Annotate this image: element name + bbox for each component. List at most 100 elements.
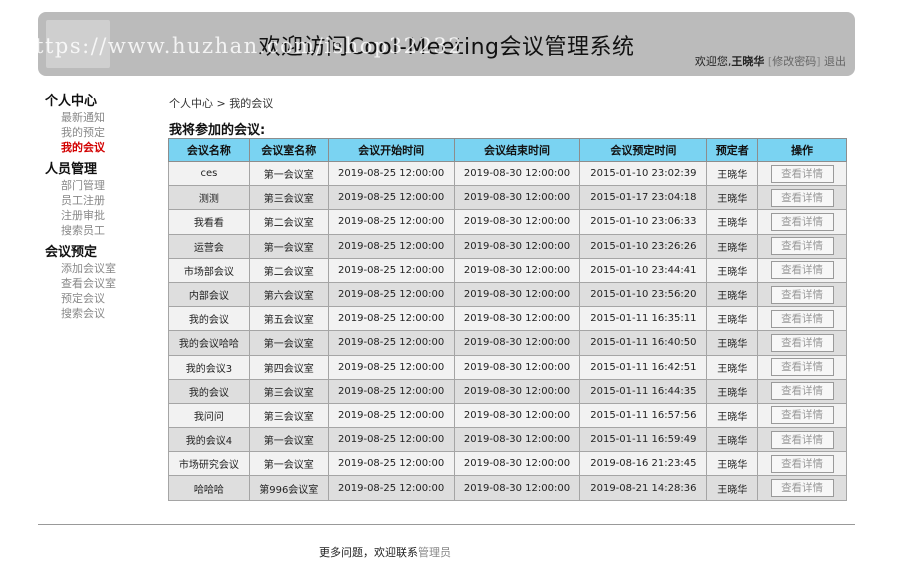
cell-actions: 查看详情	[757, 281, 847, 308]
view-details-button[interactable]: 查看详情	[770, 430, 834, 449]
view-details-button[interactable]: 查看详情	[770, 382, 834, 401]
cell-actions: 查看详情	[757, 427, 847, 453]
sidebar-item-view-meeting-rooms[interactable]: 查看会议室	[45, 276, 155, 291]
table-row: 我的会议 第三会议室 2019-08-25 12:00:00 2019-08-30 1…	[168, 378, 847, 404]
cell-reserve-time: 2015-01-10 23:26:26	[579, 233, 708, 259]
cell-meeting-name: 运营会	[168, 233, 250, 259]
table-body: ces 第一会议室 2019-08-25 12:00:00 2019-08-30 12…	[168, 160, 847, 501]
sidebar-item-search-meetings[interactable]: 搜索会议	[45, 306, 155, 321]
view-details-button[interactable]: 查看详情	[770, 188, 834, 207]
sidebar-item-registration-approval[interactable]: 注册审批	[45, 208, 155, 223]
cell-reserve-time: 2015-01-11 16:59:49	[579, 427, 708, 453]
view-details-button[interactable]: 查看详情	[770, 261, 834, 280]
sidebar-item-department-management[interactable]: 部门管理	[45, 178, 155, 193]
cell-reserver: 王晓华	[706, 281, 759, 308]
view-details-button[interactable]: 查看详情	[770, 358, 834, 377]
cell-reserver: 王晓华	[706, 233, 759, 259]
cell-start-time: 2019-08-25 12:00:00	[327, 281, 455, 308]
cell-meeting-name: 哈哈哈	[168, 475, 250, 501]
cell-room-name: 第一会议室	[248, 160, 329, 187]
sidebar-item-my-meetings[interactable]: 我的会议	[45, 140, 155, 155]
cell-start-time: 2019-08-25 12:00:00	[327, 402, 455, 429]
username: 王晓华	[731, 55, 765, 68]
cell-start-time: 2019-08-25 12:00:00	[327, 451, 455, 477]
table-row: 我的会议 第五会议室 2019-08-25 12:00:00 2019-08-30 1…	[168, 306, 847, 332]
cell-meeting-name: ces	[168, 160, 250, 187]
view-details-button[interactable]: 查看详情	[770, 454, 834, 473]
sidebar-item-latest-notice[interactable]: 最新通知	[45, 110, 155, 125]
view-details-button[interactable]: 查看详情	[770, 333, 834, 352]
view-details-button[interactable]: 查看详情	[770, 212, 834, 231]
header-banner: 欢迎访问Cool-Meeting会议管理系统 欢迎您,王晓华 [修改密码] 退出	[38, 12, 855, 76]
meetings-table: 会议名称 会议室名称 会议开始时间 会议结束时间 会议预定时间 预定者 操作 ces 第一会议…	[168, 138, 847, 501]
cell-meeting-name: 我的会议4	[168, 427, 250, 453]
sidebar-group-staff-management: 人员管理 部门管理 员工注册 注册审批 搜索员工	[45, 161, 155, 238]
cell-actions: 查看详情	[757, 475, 847, 501]
cell-reserve-time: 2015-01-11 16:57:56	[579, 402, 708, 429]
cell-end-time: 2019-08-30 12:00:00	[453, 402, 581, 429]
cell-end-time: 2019-08-30 12:00:00	[453, 185, 581, 211]
cell-room-name: 第六会议室	[248, 281, 329, 308]
table-header-row: 会议名称 会议室名称 会议开始时间 会议结束时间 会议预定时间 预定者 操作	[168, 138, 847, 162]
footer: 更多问题，欢迎联系管理员	[0, 544, 770, 560]
cell-start-time: 2019-08-25 12:00:00	[327, 427, 455, 453]
cell-reserver: 王晓华	[706, 378, 759, 404]
cell-actions: 查看详情	[757, 451, 847, 477]
cell-actions: 查看详情	[757, 354, 847, 380]
change-password-link[interactable]: 修改密码	[772, 55, 816, 68]
table-row: 哈哈哈 第996会议室 2019-08-25 12:00:00 2019-08-30 …	[168, 475, 847, 501]
cell-room-name: 第一会议室	[248, 330, 329, 356]
sidebar-item-add-meeting-room[interactable]: 添加会议室	[45, 261, 155, 276]
cell-room-name: 第二会议室	[248, 209, 329, 235]
column-header-actions: 操作	[757, 138, 847, 162]
sidebar-item-employee-registration[interactable]: 员工注册	[45, 193, 155, 208]
cell-meeting-name: 内部会议	[168, 281, 250, 308]
cell-meeting-name: 我的会议3	[168, 354, 250, 380]
logout-link[interactable]: 退出	[824, 55, 846, 68]
sidebar: 个人中心 最新通知 我的预定 我的会议人员管理 部门管理 员工注册 注册审批 搜索员工 会议预定…	[45, 93, 155, 327]
view-details-button[interactable]: 查看详情	[770, 285, 834, 304]
view-details-button[interactable]: 查看详情	[770, 164, 834, 183]
cell-reserve-time: 2015-01-17 23:04:18	[579, 185, 708, 211]
cell-reserve-time: 2015-01-10 23:06:33	[579, 209, 708, 235]
cell-reserve-time: 2015-01-11 16:35:11	[579, 306, 708, 332]
admin-contact-link[interactable]: 管理员	[418, 546, 451, 559]
cell-actions: 查看详情	[757, 378, 847, 404]
sidebar-item-reserve-meeting[interactable]: 预定会议	[45, 291, 155, 306]
cell-end-time: 2019-08-30 12:00:00	[453, 233, 581, 259]
cell-reserver: 王晓华	[706, 451, 759, 477]
table-row: 我的会议3 第四会议室 2019-08-25 12:00:00 2019-08-30 …	[168, 354, 847, 380]
cell-end-time: 2019-08-30 12:00:00	[453, 427, 581, 453]
cell-reserver: 王晓华	[706, 354, 759, 380]
cell-actions: 查看详情	[757, 330, 847, 356]
view-details-button[interactable]: 查看详情	[770, 237, 834, 256]
cell-actions: 查看详情	[757, 185, 847, 211]
column-header-reserve-time: 会议预定时间	[579, 138, 708, 162]
cell-end-time: 2019-08-30 12:00:00	[453, 451, 581, 477]
cell-end-time: 2019-08-30 12:00:00	[453, 257, 581, 283]
column-header-reserver: 预定者	[706, 138, 759, 162]
cell-meeting-name: 测测	[168, 185, 250, 211]
cell-actions: 查看详情	[757, 209, 847, 235]
view-details-button[interactable]: 查看详情	[770, 309, 834, 328]
cell-start-time: 2019-08-25 12:00:00	[327, 233, 455, 259]
cell-reserver: 王晓华	[706, 427, 759, 453]
cell-end-time: 2019-08-30 12:00:00	[453, 160, 581, 187]
cell-room-name: 第四会议室	[248, 354, 329, 380]
cell-end-time: 2019-08-30 12:00:00	[453, 354, 581, 380]
cell-reserve-time: 2015-01-11 16:42:51	[579, 354, 708, 380]
column-header-room-name: 会议室名称	[248, 138, 329, 162]
cell-room-name: 第五会议室	[248, 306, 329, 332]
cell-actions: 查看详情	[757, 257, 847, 283]
sidebar-item-my-reservations[interactable]: 我的预定	[45, 125, 155, 140]
view-details-button[interactable]: 查看详情	[770, 479, 834, 498]
cell-room-name: 第一会议室	[248, 451, 329, 477]
cell-reserve-time: 2015-01-10 23:56:20	[579, 281, 708, 308]
sidebar-group-title: 个人中心	[45, 94, 98, 109]
sidebar-item-search-employees[interactable]: 搜索员工	[45, 223, 155, 238]
column-header-meeting-name: 会议名称	[168, 138, 250, 162]
sidebar-group-meeting-reservation: 会议预定 添加会议室 查看会议室 预定会议 搜索会议	[45, 244, 155, 321]
view-details-button[interactable]: 查看详情	[770, 406, 834, 425]
cell-start-time: 2019-08-25 12:00:00	[327, 185, 455, 211]
cell-end-time: 2019-08-30 12:00:00	[453, 378, 581, 404]
